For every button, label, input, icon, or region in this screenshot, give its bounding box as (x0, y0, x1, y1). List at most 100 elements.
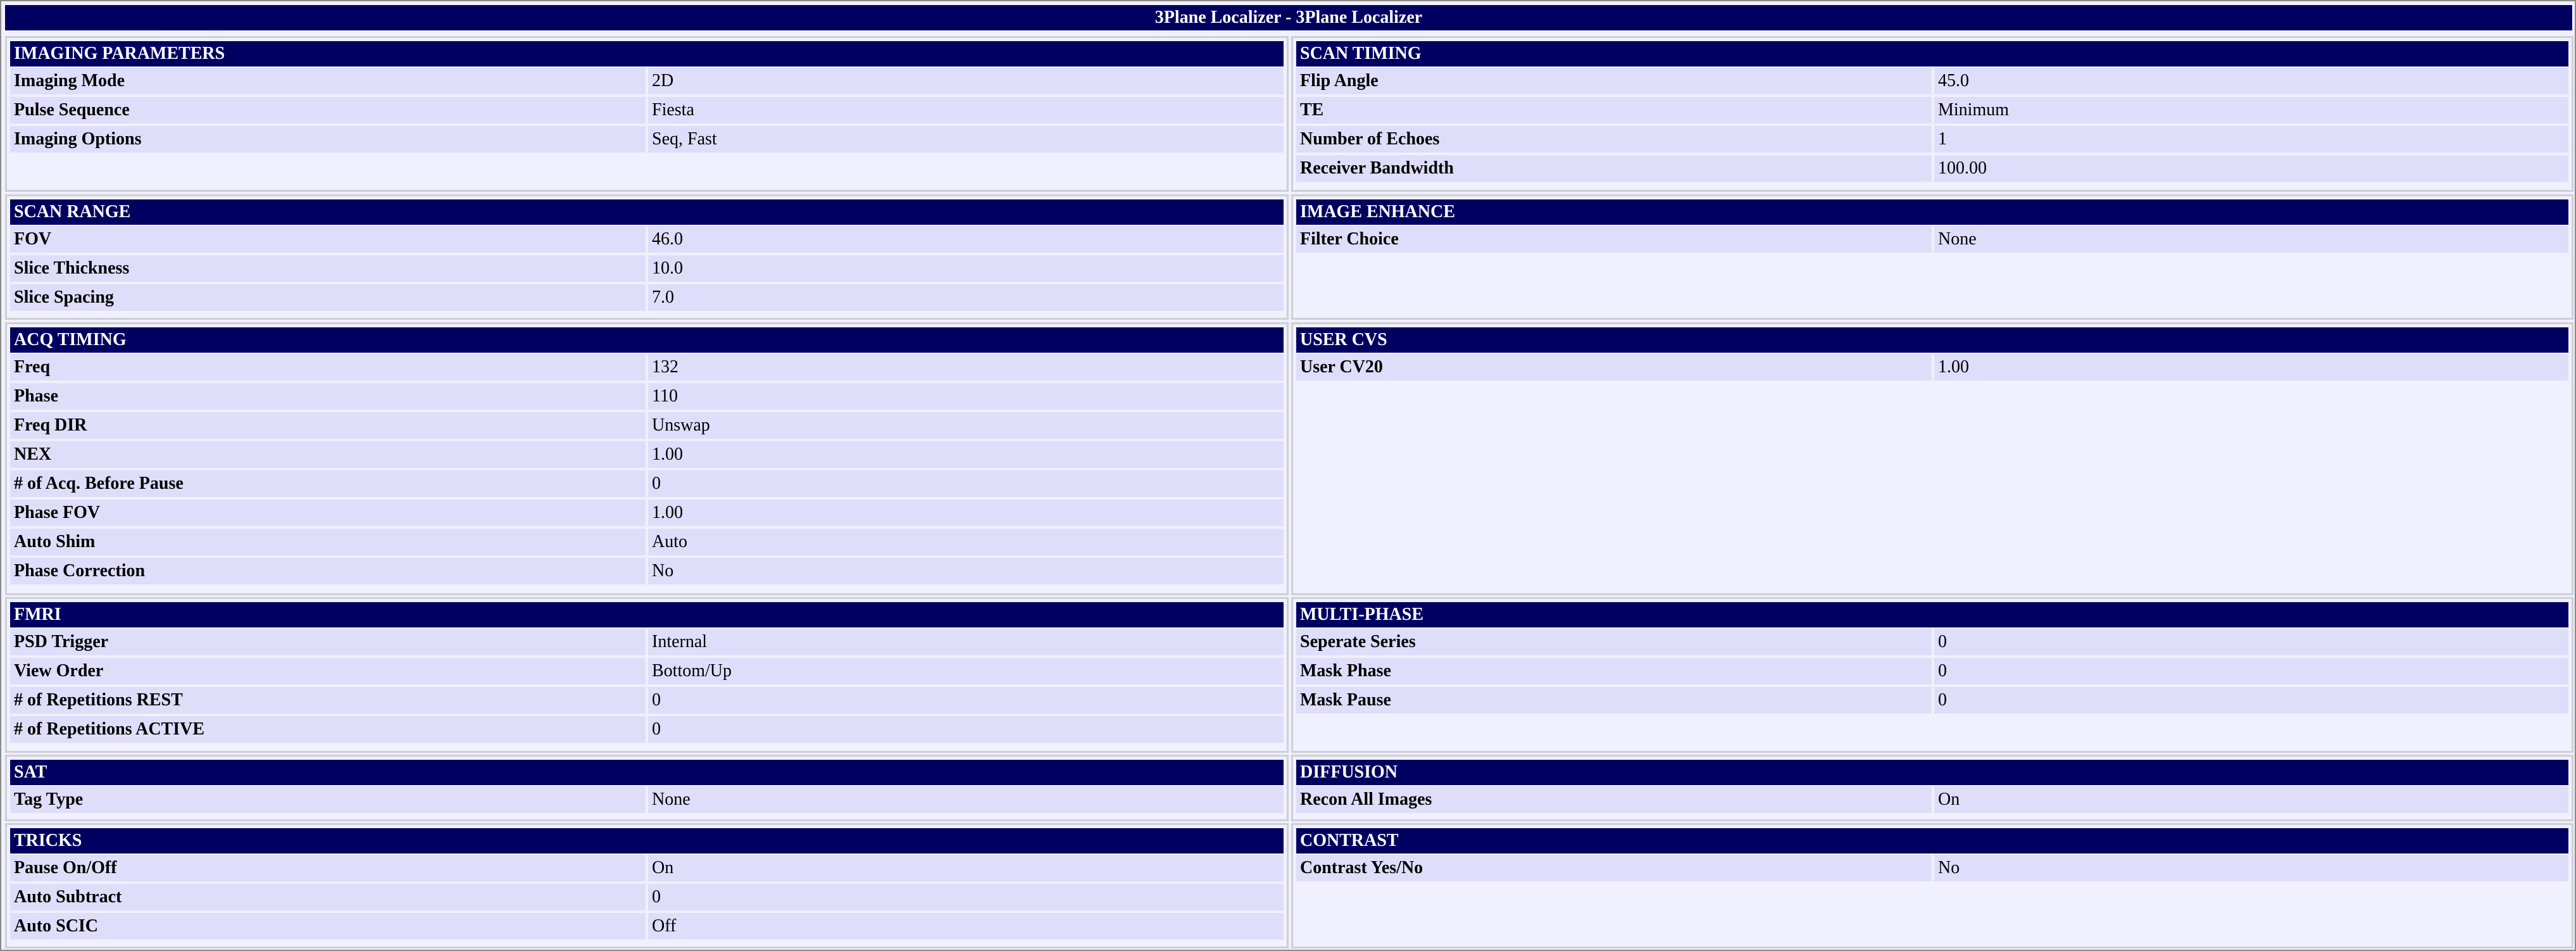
section-fmri: FMRI PSD Trigger Internal View Order Bot… (5, 597, 1289, 753)
section-acq-timing: ACQ TIMING Freq 132 Phase 110 Freq DIR U… (5, 322, 1289, 595)
param-value: 100.00 (1934, 155, 2568, 182)
param-row: NEX 1.00 (10, 441, 1284, 468)
param-value: 0 (1934, 629, 2568, 655)
param-value: No (648, 558, 1284, 584)
param-row: Seperate Series 0 (1296, 629, 2568, 655)
param-label: Imaging Mode (10, 68, 646, 94)
param-label: # of Acq. Before Pause (10, 470, 646, 497)
param-label: User CV20 (1296, 354, 1932, 381)
section-heading: IMAGING PARAMETERS (10, 41, 1284, 66)
section-contrast: CONTRAST Contrast Yes/No No (1291, 823, 2573, 948)
param-row: Filter Choice None (1296, 226, 2568, 253)
section-imaging-parameters: IMAGING PARAMETERS Imaging Mode 2D Pulse… (5, 36, 1289, 192)
param-value: No (1934, 855, 2568, 881)
param-row: Phase Correction No (10, 558, 1284, 584)
param-row: Pulse Sequence Fiesta (10, 97, 1284, 123)
param-row: Imaging Mode 2D (10, 68, 1284, 94)
param-label: Slice Thickness (10, 255, 646, 282)
param-value: 2D (648, 68, 1284, 94)
param-label: Auto SCIC (10, 913, 646, 940)
section-heading: IMAGE ENHANCE (1296, 199, 2568, 225)
param-label: Receiver Bandwidth (1296, 155, 1932, 182)
param-label: View Order (10, 658, 646, 684)
param-row: # of Acq. Before Pause 0 (10, 470, 1284, 497)
protocol-panel: 3Plane Localizer - 3Plane Localizer IMAG… (0, 0, 2576, 951)
param-label: Mask Phase (1296, 658, 1932, 684)
param-row: Phase FOV 1.00 (10, 500, 1284, 526)
param-label: TE (1296, 97, 1932, 123)
section-heading: TRICKS (10, 828, 1284, 853)
param-label: Auto Shim (10, 529, 646, 555)
param-label: Auto Subtract (10, 884, 646, 910)
param-row: Slice Thickness 10.0 (10, 255, 1284, 282)
param-label: Tag Type (10, 786, 646, 813)
section-diffusion: DIFFUSION Recon All Images On (1291, 755, 2573, 821)
section-heading: MULTI-PHASE (1296, 602, 2568, 627)
param-row: Auto Shim Auto (10, 529, 1284, 555)
page-title: 3Plane Localizer - 3Plane Localizer (5, 5, 2572, 30)
param-value: 46.0 (648, 226, 1284, 253)
section-heading: FMRI (10, 602, 1284, 627)
section-heading: CONTRAST (1296, 828, 2568, 853)
param-label: Mask Pause (1296, 687, 1932, 714)
param-value: 132 (648, 354, 1284, 381)
param-value: None (648, 786, 1284, 813)
param-row: Number of Echoes 1 (1296, 126, 2568, 153)
param-value: 0 (648, 884, 1284, 910)
param-value: Unswap (648, 412, 1284, 439)
param-label: Recon All Images (1296, 786, 1932, 813)
param-row: # of Repetitions ACTIVE 0 (10, 716, 1284, 743)
param-row: Freq 132 (10, 354, 1284, 381)
param-row: Imaging Options Seq, Fast (10, 126, 1284, 153)
param-row: Mask Pause 0 (1296, 687, 2568, 714)
param-label: Slice Spacing (10, 284, 646, 311)
param-label: # of Repetitions ACTIVE (10, 716, 646, 743)
param-label: Phase (10, 383, 646, 410)
param-label: Seperate Series (1296, 629, 1932, 655)
param-row: Contrast Yes/No No (1296, 855, 2568, 881)
section-user-cvs: USER CVS User CV20 1.00 (1291, 322, 2573, 595)
param-value: 1.00 (648, 500, 1284, 526)
section-heading: DIFFUSION (1296, 760, 2568, 785)
param-label: Pause On/Off (10, 855, 646, 881)
param-row: Slice Spacing 7.0 (10, 284, 1284, 311)
param-row: # of Repetitions REST 0 (10, 687, 1284, 714)
param-row: Receiver Bandwidth 100.00 (1296, 155, 2568, 182)
param-label: PSD Trigger (10, 629, 646, 655)
param-row: Phase 110 (10, 383, 1284, 410)
section-heading: ACQ TIMING (10, 327, 1284, 353)
param-value: Minimum (1934, 97, 2568, 123)
param-value: On (1934, 786, 2568, 813)
param-value: Auto (648, 529, 1284, 555)
section-image-enhance: IMAGE ENHANCE Filter Choice None (1291, 194, 2573, 320)
section-multi-phase: MULTI-PHASE Seperate Series 0 Mask Phase… (1291, 597, 2573, 753)
param-row: Mask Phase 0 (1296, 658, 2568, 684)
param-label: Contrast Yes/No (1296, 855, 1932, 881)
param-value: 1 (1934, 126, 2568, 153)
param-value: 10.0 (648, 255, 1284, 282)
param-label: Imaging Options (10, 126, 646, 153)
param-label: FOV (10, 226, 646, 253)
param-label: Filter Choice (1296, 226, 1932, 253)
param-value: 1.00 (648, 441, 1284, 468)
param-row: View Order Bottom/Up (10, 658, 1284, 684)
section-tricks: TRICKS Pause On/Off On Auto Subtract 0 A… (5, 823, 1289, 948)
param-value: Bottom/Up (648, 658, 1284, 684)
section-heading: USER CVS (1296, 327, 2568, 353)
param-value: 7.0 (648, 284, 1284, 311)
param-value: Seq, Fast (648, 126, 1284, 153)
param-row: Auto SCIC Off (10, 913, 1284, 940)
param-row: Flip Angle 45.0 (1296, 68, 2568, 94)
param-row: Tag Type None (10, 786, 1284, 813)
param-label: # of Repetitions REST (10, 687, 646, 714)
param-row: TE Minimum (1296, 97, 2568, 123)
param-label: Flip Angle (1296, 68, 1932, 94)
param-value: 0 (648, 470, 1284, 497)
section-heading: SAT (10, 760, 1284, 785)
section-scan-timing: SCAN TIMING Flip Angle 45.0 TE Minimum N… (1291, 36, 2573, 192)
param-row: FOV 46.0 (10, 226, 1284, 253)
param-value: Off (648, 913, 1284, 940)
param-label: Pulse Sequence (10, 97, 646, 123)
param-label: Phase Correction (10, 558, 646, 584)
param-row: Pause On/Off On (10, 855, 1284, 881)
